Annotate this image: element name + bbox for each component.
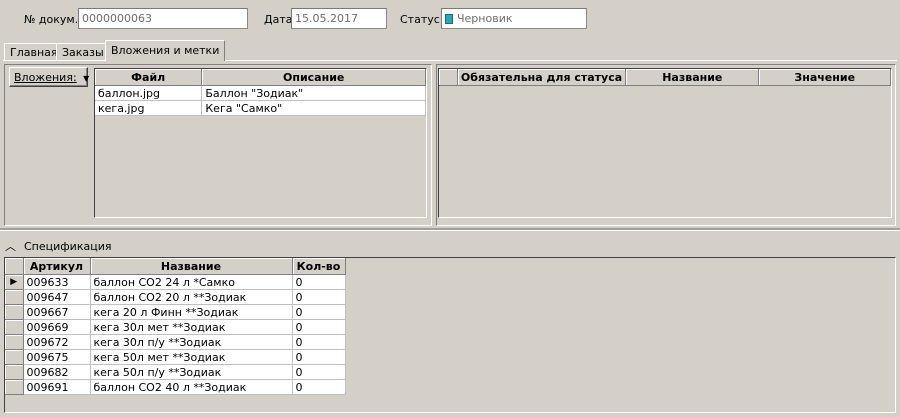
- attachment-file-cell[interactable]: кега.jpg: [95, 100, 203, 116]
- name-cell[interactable]: кега 30л п/у **Зодиак: [90, 334, 293, 350]
- attachment-description-cell[interactable]: Кега "Самко": [201, 100, 426, 116]
- specification-title: Спецификация: [24, 240, 112, 253]
- qty-cell[interactable]: 0: [292, 364, 346, 380]
- row-indicator: [5, 289, 24, 305]
- panel-splitter[interactable]: [0, 228, 900, 231]
- status-label: Статус: [400, 13, 440, 26]
- row-indicator: [5, 304, 24, 320]
- table-row[interactable]: кега.jpg Кега "Самко": [95, 100, 426, 116]
- attachments-menu-button[interactable]: Вложения: ▼: [9, 67, 90, 87]
- sku-cell[interactable]: 009669: [23, 319, 91, 335]
- row-indicator: [5, 364, 24, 380]
- tags-table: Обязательна для статуса Название Значени…: [439, 69, 891, 86]
- doc-number-field[interactable]: 0000000063: [78, 8, 248, 29]
- column-header-tag-value[interactable]: Значение: [758, 69, 891, 86]
- tab-attachments[interactable]: Вложения и метки: [105, 40, 226, 61]
- column-header-tag-name[interactable]: Название: [625, 69, 760, 86]
- name-cell[interactable]: кега 50л п/у **Зодиак: [90, 364, 293, 380]
- table-row[interactable]: 009667 кега 20 л Финн **Зодиак 0: [5, 304, 346, 320]
- row-indicator: [5, 334, 24, 350]
- table-row[interactable]: ▶ 009633 баллон СО2 24 л *Самко 0: [5, 274, 346, 290]
- qty-cell[interactable]: 0: [292, 334, 346, 350]
- column-header-indicator: [439, 69, 458, 86]
- qty-cell[interactable]: 0: [292, 349, 346, 365]
- date-field[interactable]: 15.05.2017: [291, 8, 387, 29]
- document-status-icon: [445, 14, 453, 24]
- table-row[interactable]: 009647 баллон СО2 20 л **Зодиак 0: [5, 289, 346, 305]
- table-row[interactable]: баллон.jpg Баллон "Зодиак": [95, 85, 426, 101]
- current-row-indicator-icon: ▶: [5, 274, 24, 290]
- chevron-up-icon[interactable]: ︿: [5, 238, 16, 254]
- name-cell[interactable]: баллон СО2 24 л *Самко: [90, 274, 293, 290]
- table-row[interactable]: 009682 кега 50л п/у **Зодиак 0: [5, 364, 346, 380]
- qty-cell[interactable]: 0: [292, 304, 346, 320]
- sku-cell[interactable]: 009647: [23, 289, 91, 305]
- table-row[interactable]: 009691 баллон СО2 40 л **Зодиак 0: [5, 379, 346, 395]
- sku-cell[interactable]: 009682: [23, 364, 91, 380]
- row-indicator: [5, 319, 24, 335]
- name-cell[interactable]: кега 20 л Финн **Зодиак: [90, 304, 293, 320]
- attachments-button-label: Вложения:: [14, 71, 77, 84]
- date-label: Дата: [264, 13, 293, 26]
- qty-cell[interactable]: 0: [292, 289, 346, 305]
- column-header-description[interactable]: Описание: [201, 69, 426, 86]
- table-row[interactable]: 009669 кега 30л мет **Зодиак 0: [5, 319, 346, 335]
- specification-grid[interactable]: Артикул Название Кол-во ▶ 009633 баллон …: [4, 257, 896, 413]
- sku-cell[interactable]: 009667: [23, 304, 91, 320]
- tags-grid[interactable]: Обязательна для статуса Название Значени…: [438, 68, 892, 218]
- column-header-indicator: [5, 258, 24, 275]
- name-cell[interactable]: кега 30л мет **Зодиак: [90, 319, 293, 335]
- dropdown-arrow-icon: ▼: [83, 74, 90, 83]
- qty-cell[interactable]: 0: [292, 379, 346, 395]
- column-header-name[interactable]: Название: [90, 258, 293, 275]
- attachment-file-cell[interactable]: баллон.jpg: [95, 85, 203, 101]
- status-value: Черновик: [457, 12, 513, 25]
- name-cell[interactable]: баллон СО2 40 л **Зодиак: [90, 379, 293, 395]
- sku-cell[interactable]: 009672: [23, 334, 91, 350]
- column-header-required-for-status[interactable]: Обязательна для статуса: [457, 69, 627, 86]
- sku-cell[interactable]: 009675: [23, 349, 91, 365]
- qty-cell[interactable]: 0: [292, 319, 346, 335]
- attachments-table: Файл Описание баллон.jpg Баллон "Зодиак"…: [95, 69, 426, 116]
- doc-number-label: № докум.: [24, 13, 79, 26]
- attachment-description-cell[interactable]: Баллон "Зодиак": [201, 85, 426, 101]
- row-indicator: [5, 349, 24, 365]
- table-row[interactable]: 009672 кега 30л п/у **Зодиак 0: [5, 334, 346, 350]
- qty-cell[interactable]: 0: [292, 274, 346, 290]
- name-cell[interactable]: кега 50л мет **Зодиак: [90, 349, 293, 365]
- status-field[interactable]: Черновик: [441, 8, 587, 29]
- tab-orders[interactable]: Заказы: [56, 43, 110, 60]
- table-row[interactable]: 009675 кега 50л мет **Зодиак 0: [5, 349, 346, 365]
- attachments-grid[interactable]: Файл Описание баллон.jpg Баллон "Зодиак"…: [94, 68, 427, 218]
- tab-main[interactable]: Главная: [4, 43, 64, 60]
- column-header-file[interactable]: Файл: [95, 69, 203, 86]
- column-header-sku[interactable]: Артикул: [23, 258, 91, 275]
- sku-cell[interactable]: 009691: [23, 379, 91, 395]
- column-header-qty[interactable]: Кол-во: [292, 258, 346, 275]
- name-cell[interactable]: баллон СО2 20 л **Зодиак: [90, 289, 293, 305]
- sku-cell[interactable]: 009633: [23, 274, 91, 290]
- row-indicator: [5, 379, 24, 395]
- specification-table: Артикул Название Кол-во ▶ 009633 баллон …: [5, 258, 346, 395]
